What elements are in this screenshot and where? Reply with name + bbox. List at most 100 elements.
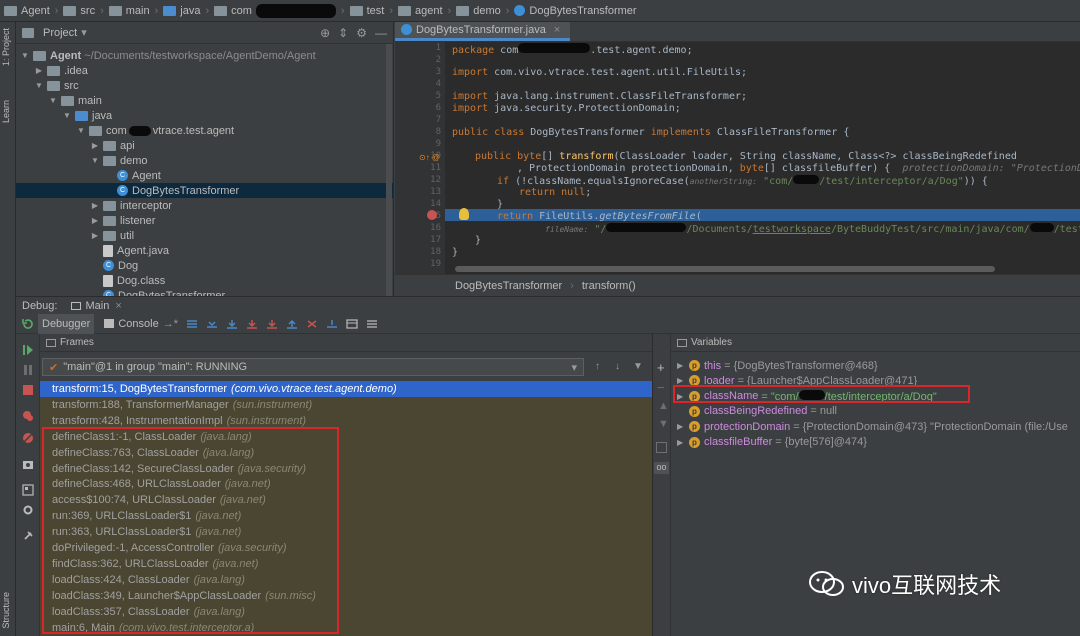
tree-item[interactable]: C Dog xyxy=(16,258,393,273)
package-icon xyxy=(103,155,116,166)
show-execution-point-icon[interactable] xyxy=(206,319,218,329)
remove-watch-icon[interactable]: − xyxy=(657,380,665,395)
show-watches-icon[interactable]: oo xyxy=(654,462,669,474)
step-over-icon[interactable] xyxy=(226,319,238,329)
copy-icon[interactable] xyxy=(656,442,667,453)
variable-row[interactable]: ▶ p protectionDomain = {ProtectionDomain@47… xyxy=(677,419,1068,434)
tree-item[interactable]: Dog.class xyxy=(16,273,393,288)
gear-icon[interactable] xyxy=(22,504,34,516)
resume-icon[interactable] xyxy=(22,344,34,356)
project-view-selector[interactable]: Project xyxy=(43,27,77,39)
chevron-right-icon[interactable]: ▶ xyxy=(677,376,689,385)
arrow-up-icon[interactable]: ▲ xyxy=(658,400,669,412)
tree-item[interactable]: C Agent xyxy=(16,168,393,183)
breadcrumb-item-test[interactable]: test › xyxy=(349,5,398,17)
close-icon[interactable]: × xyxy=(115,300,121,312)
chevron-right-icon[interactable]: ▶ xyxy=(90,231,100,240)
view-breakpoints-icon[interactable] xyxy=(22,410,34,422)
editor-breadcrumb-method[interactable]: transform() xyxy=(582,280,636,292)
breakpoint-icon[interactable] xyxy=(427,210,437,220)
breadcrumb-item-class[interactable]: DogBytesTransformer xyxy=(514,5,637,17)
project-tool-tab[interactable]: 1: Project xyxy=(1,28,11,66)
tree-item[interactable]: ▼ main xyxy=(16,93,393,108)
tree-item[interactable]: ▶ util xyxy=(16,228,393,243)
tab-console[interactable]: Console →* xyxy=(100,314,182,334)
tab-dogbytestransformer-java[interactable]: DogBytesTransformer.java × xyxy=(395,22,571,41)
breadcrumb-item-com[interactable]: com › xyxy=(214,3,349,18)
add-watch-icon[interactable]: + xyxy=(657,360,665,375)
chevron-right-icon[interactable]: ▶ xyxy=(90,141,100,150)
rerun-icon[interactable] xyxy=(22,318,34,330)
step-into-icon[interactable] xyxy=(246,319,258,329)
tree-item[interactable]: ▶ interceptor xyxy=(16,198,393,213)
restore-layout-icon[interactable] xyxy=(22,484,34,496)
chevron-right-icon[interactable]: ▶ xyxy=(90,201,100,210)
tree-item[interactable]: ▼ Agent ~/Documents/testworkspace/AgentDe… xyxy=(16,48,393,63)
variable-row[interactable]: ▶ p this = {DogBytesTransformer@468} xyxy=(677,358,878,373)
breadcrumb-item-agent-pkg[interactable]: agent › xyxy=(398,5,456,17)
variable-row[interactable]: p classBeingRedefined = null xyxy=(677,404,837,419)
evaluate-expression-icon[interactable] xyxy=(346,318,358,329)
chevron-down-icon[interactable]: ▼ xyxy=(20,51,30,60)
camera-icon[interactable] xyxy=(22,458,34,470)
breadcrumb-item-main[interactable]: main › xyxy=(108,5,164,17)
chevron-right-icon[interactable]: ▶ xyxy=(677,438,689,447)
lightbulb-icon[interactable] xyxy=(459,208,469,220)
chevron-right-icon[interactable]: ▶ xyxy=(34,66,44,75)
tree-item[interactable]: ▼ demo xyxy=(16,153,393,168)
tab-debugger[interactable]: Debugger xyxy=(38,313,95,334)
editor-breadcrumb-class[interactable]: DogBytesTransformer xyxy=(455,280,562,292)
variable-row[interactable]: ▶ p classfileBuffer = {byte[576]@474} xyxy=(677,435,867,450)
filter-icon[interactable]: ▼ xyxy=(633,361,643,372)
stack-frame[interactable]: transform:15, DogBytesTransformer (com.vi… xyxy=(40,381,652,397)
tree-item[interactable]: ▼ java xyxy=(16,108,393,123)
breadcrumb-item-src[interactable]: src › xyxy=(63,5,108,17)
tree-item[interactable]: ▶ .idea xyxy=(16,63,393,78)
tree-item[interactable]: ▶ listener xyxy=(16,213,393,228)
structure-tool-tab[interactable]: Structure xyxy=(1,592,11,629)
pause-icon[interactable] xyxy=(22,364,34,376)
editor-horizontal-scrollbar[interactable] xyxy=(455,266,995,272)
drop-frame-icon[interactable] xyxy=(306,319,318,329)
debug-session-tab[interactable]: Main × xyxy=(71,300,122,312)
tree-item[interactable]: ▼ src xyxy=(16,78,393,93)
stop-icon[interactable] xyxy=(22,384,34,396)
chevron-down-icon[interactable]: ▼ xyxy=(90,156,100,165)
mute-breakpoints-icon[interactable] xyxy=(22,432,34,444)
tree-item[interactable]: ▼ com vtrace.test.agent xyxy=(16,123,393,138)
chevron-down-icon[interactable]: ▾ xyxy=(81,26,87,39)
pin-icon[interactable] xyxy=(22,530,34,542)
chevron-down-icon[interactable]: ▼ xyxy=(76,126,86,135)
tree-scrollbar[interactable] xyxy=(386,44,392,296)
force-step-into-icon[interactable] xyxy=(266,319,278,329)
run-to-cursor-icon[interactable] xyxy=(326,319,338,329)
tree-item[interactable]: C DogBytesTransformer xyxy=(16,183,393,198)
chevron-right-icon[interactable]: ▶ xyxy=(677,422,689,431)
arrow-down-icon[interactable]: ▼ xyxy=(658,418,669,430)
collapse-icon[interactable]: ⇕ xyxy=(338,26,348,40)
globe-icon[interactable]: ⊕ xyxy=(320,26,330,40)
arrow-down-icon[interactable]: ↓ xyxy=(615,361,620,372)
tree-item[interactable]: C DogBytesTransformer xyxy=(16,288,393,296)
chevron-down-icon[interactable]: ▼ xyxy=(34,81,44,90)
close-icon[interactable]: × xyxy=(554,24,560,36)
breadcrumb-item-java[interactable]: java › xyxy=(163,5,214,17)
stack-frame[interactable]: transform:188, TransformerManager (sun.in… xyxy=(40,396,652,413)
tree-item[interactable]: ▶ api xyxy=(16,138,393,153)
chevron-right-icon[interactable]: ▶ xyxy=(90,216,100,225)
settings-list-icon[interactable] xyxy=(366,319,378,329)
gear-icon[interactable]: ⚙ xyxy=(356,26,367,40)
tree-item[interactable]: Agent.java xyxy=(16,243,393,258)
chevron-down-icon[interactable]: ▼ xyxy=(48,96,58,105)
chevron-right-icon[interactable]: ▶ xyxy=(677,361,689,370)
arrow-up-icon[interactable]: ↑ xyxy=(595,361,600,372)
layout-icon[interactable] xyxy=(186,319,198,329)
override-marker-icon[interactable]: ⊙↑ @ xyxy=(419,153,440,162)
chevron-down-icon[interactable]: ▼ xyxy=(62,111,72,120)
thread-selector[interactable]: ✔ "main"@1 in group "main": RUNNING ▾ xyxy=(42,358,584,376)
hide-icon[interactable]: — xyxy=(375,26,387,40)
breadcrumb-item-demo[interactable]: demo › xyxy=(456,5,514,17)
step-out-icon[interactable] xyxy=(286,319,298,329)
breadcrumb-item-agent[interactable]: Agent › xyxy=(4,5,63,17)
learn-tool-tab[interactable]: Learn xyxy=(1,100,11,123)
